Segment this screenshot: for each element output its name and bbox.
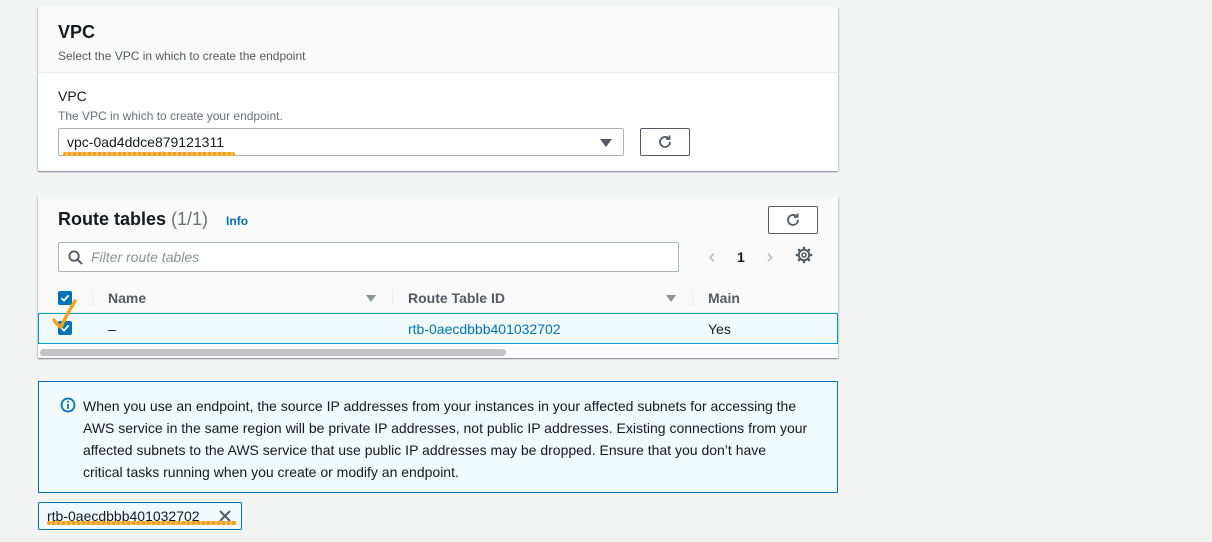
vpc-panel-header: VPC Select the VPC in which to create th… [38,7,838,73]
search-icon [68,249,83,265]
refresh-icon [787,213,799,226]
horizontal-scrollbar[interactable] [38,346,838,358]
vpc-field-label: VPC [58,88,87,104]
annotation-check-mark [52,299,77,330]
alert-line: When you use an endpoint, the source IP … [83,398,797,414]
table-row[interactable]: – rtb-0aecdbbb401032702 Yes [38,313,838,344]
route-tables-count: (1/1) [171,209,209,229]
alert-line: critical tasks running when you create o… [83,464,459,480]
next-page-icon[interactable]: › [763,246,777,269]
column-header-route-table-id[interactable]: Route Table ID [408,290,505,306]
filter-placeholder: Filter route tables [91,249,200,265]
previous-page-icon[interactable]: ‹ [705,246,719,269]
alert-line: AWS service in the same region will be p… [83,420,808,436]
filter-route-tables-input[interactable]: Filter route tables [58,242,679,272]
refresh-icon [659,135,671,148]
column-header-main[interactable]: Main [708,290,740,306]
vpc-panel-title: VPC [58,22,96,42]
caret-down-icon [600,139,612,147]
vpc-field-description: The VPC in which to create your endpoint… [58,109,283,123]
scrollbar-thumb[interactable] [40,349,506,356]
alert-line: affected subnets to the AWS service that… [83,442,767,458]
route-tables-panel: Route tables (1/1) Info Filter route tab… [38,196,838,358]
column-separator [92,290,93,306]
vpc-select-value: vpc-0ad4ddce879121311 [67,134,224,150]
route-table-id-link[interactable]: rtb-0aecdbbb401032702 [408,321,561,337]
vpc-panel-description: Select the VPC in which to create the en… [58,49,306,63]
table-header: Name Route Table ID Main [38,284,838,313]
column-header-name[interactable]: Name [108,290,146,306]
route-tables-refresh-button[interactable] [768,206,818,234]
selected-route-table-token: rtb-0aecdbbb401032702 [38,502,242,530]
column-separator [692,290,693,306]
info-link[interactable]: Info [226,210,248,232]
column-separator [392,290,393,306]
sort-caret-icon[interactable] [666,295,676,302]
alert-message: When you use an endpoint, the source IP … [83,395,817,483]
settings-gear-icon[interactable] [795,246,813,269]
cell-main: Yes [708,321,731,337]
pagination: ‹ 1 › [705,246,813,269]
page-number[interactable]: 1 [737,249,745,265]
annotation-underline [47,521,237,525]
vpc-panel: VPC Select the VPC in which to create th… [38,7,838,171]
vpc-refresh-button[interactable] [640,128,690,156]
info-icon [60,397,76,413]
info-alert: When you use an endpoint, the source IP … [38,381,838,493]
sort-caret-icon[interactable] [366,295,376,302]
annotation-underline [63,152,235,156]
route-tables-title: Route tables [58,209,167,229]
cell-name: – [108,321,116,337]
